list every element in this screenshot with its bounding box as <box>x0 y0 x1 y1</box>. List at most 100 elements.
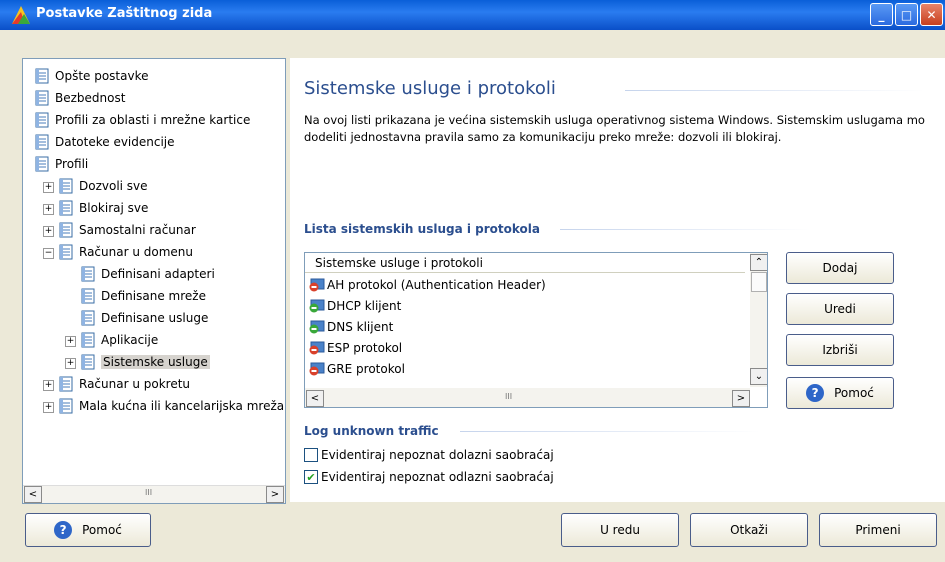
scroll-thumb-grip[interactable]: III <box>145 488 152 497</box>
tree-expander[interactable]: + <box>43 204 54 215</box>
ok-button[interactable]: U redu <box>561 513 679 547</box>
tree-item[interactable]: Profili <box>35 155 88 173</box>
help-button-label: Pomoć <box>834 386 874 400</box>
tree-item[interactable]: Sistemske usluge <box>81 353 210 371</box>
delete-button[interactable]: Izbriši <box>786 334 894 366</box>
list-item-label: AH protokol (Authentication Header) <box>327 278 546 292</box>
help-icon: ? <box>54 521 73 539</box>
document-icon <box>59 200 73 216</box>
tree-horizontal-scrollbar[interactable]: < III > <box>23 485 285 503</box>
apply-button[interactable]: Primeni <box>819 513 937 547</box>
cancel-button[interactable]: Otkaži <box>690 513 808 547</box>
page-title: Sistemske usluge i protokoli <box>304 78 556 99</box>
title-divider <box>625 90 925 91</box>
document-icon <box>59 178 73 194</box>
list-column-header[interactable]: Sistemske usluge i protokoli <box>305 253 745 273</box>
tree-item[interactable]: Profili za oblasti i mrežne kartice <box>35 111 250 129</box>
tree-item-label: Računar u domenu <box>79 245 193 259</box>
list-item-label: GRE protokol <box>327 362 405 376</box>
blocked-service-icon <box>309 362 325 376</box>
maximize-button[interactable]: □ <box>895 3 918 26</box>
tree-item[interactable]: Dozvoli sve <box>59 177 148 195</box>
tree-item-label: Definisane mreže <box>101 289 206 303</box>
tree-expander[interactable]: + <box>43 226 54 237</box>
document-icon <box>81 354 95 370</box>
tree-expander[interactable]: + <box>65 336 76 347</box>
footer-help-label: Pomoć <box>82 523 122 537</box>
tree-item-label: Samostalni računar <box>79 223 196 237</box>
scroll-down-button[interactable]: ⌄ <box>750 368 767 385</box>
scroll-left-button[interactable]: < <box>306 390 324 407</box>
allowed-service-icon <box>309 320 325 334</box>
blocked-service-icon <box>309 278 325 292</box>
list-item-label: ESP protokol <box>327 341 403 355</box>
tree-item[interactable]: Opšte postavke <box>35 67 149 85</box>
tree-item-label: Bezbednost <box>55 91 126 105</box>
close-button[interactable]: ✕ <box>920 3 943 26</box>
tree-item[interactable]: Datoteke evidencije <box>35 133 175 151</box>
add-button[interactable]: Dodaj <box>786 252 894 284</box>
window-title: Postavke Zaštitnog zida <box>36 6 213 21</box>
tree-expander[interactable]: + <box>43 182 54 193</box>
list-item-label: DHCP klijent <box>327 299 402 313</box>
tree-item-label: Blokiraj sve <box>79 201 149 215</box>
document-icon <box>59 398 73 414</box>
tree-item-label: Datoteke evidencije <box>55 135 175 149</box>
list-item[interactable]: ESP protokol <box>309 338 402 358</box>
allowed-service-icon <box>309 299 325 313</box>
tree-item[interactable]: Mala kućna ili kancelarijska mreža <box>59 397 284 415</box>
section-divider <box>560 229 810 230</box>
tree-expander[interactable]: + <box>65 358 76 369</box>
section-divider <box>460 431 760 432</box>
list-item[interactable]: DHCP klijent <box>309 296 401 316</box>
page-description: Na ovoj listi prikazana je većina sistem… <box>304 113 925 144</box>
document-icon <box>59 376 73 392</box>
tree-item[interactable]: Definisane mreže <box>81 287 206 305</box>
tree-expander[interactable]: − <box>43 248 54 259</box>
scroll-right-button[interactable]: > <box>732 390 750 407</box>
help-icon: ? <box>806 384 825 402</box>
tree-item-label: Definisani adapteri <box>101 267 215 281</box>
tree-item-label: Opšte postavke <box>55 69 149 83</box>
services-list[interactable]: Sistemske usluge i protokoli AH protokol… <box>304 252 768 408</box>
minimize-button[interactable]: _ <box>870 3 893 26</box>
document-icon <box>35 90 49 106</box>
settings-tree[interactable]: Opšte postavke Bezbednost Profili za oblas… <box>22 58 286 504</box>
scroll-thumb[interactable] <box>751 272 767 292</box>
edit-button[interactable]: Uredi <box>786 293 894 325</box>
log-outgoing-checkbox[interactable]: ✔ Evidentiraj nepoznat odlazni saobraćaj <box>304 469 554 485</box>
tree-item[interactable]: Aplikacije <box>81 331 158 349</box>
tree-item[interactable]: Definisani adapteri <box>81 265 215 283</box>
tree-item[interactable]: Bezbednost <box>35 89 125 107</box>
document-icon <box>81 310 95 326</box>
tree-item[interactable]: Samostalni računar <box>59 221 196 239</box>
document-icon <box>81 266 95 282</box>
tree-item-label: Definisane usluge <box>101 311 209 325</box>
list-horizontal-scrollbar[interactable]: < III > <box>305 388 750 407</box>
tree-item[interactable]: Računar u pokretu <box>59 375 190 393</box>
list-item[interactable]: DNS klijent <box>309 317 393 337</box>
tree-item-label: Profili <box>55 157 89 171</box>
tree-item[interactable]: Blokiraj sve <box>59 199 148 217</box>
checkbox-box[interactable]: ✔ <box>304 470 318 484</box>
tree-item-label: Dozvoli sve <box>79 179 148 193</box>
footer-help-button[interactable]: ? Pomoć <box>25 513 151 547</box>
checkbox-box[interactable] <box>304 448 318 462</box>
scroll-left-button[interactable]: < <box>24 486 42 503</box>
help-button[interactable]: ? Pomoć <box>786 377 894 409</box>
scroll-up-button[interactable]: ⌃ <box>750 254 767 271</box>
tree-item[interactable]: Definisane usluge <box>81 309 208 327</box>
content-panel: Sistemske usluge i protokoli Na ovoj lis… <box>290 58 945 502</box>
list-item[interactable]: GRE protokol <box>309 359 405 379</box>
tree-item-label: Sistemske usluge <box>101 355 210 369</box>
tree-expander[interactable]: + <box>43 380 54 391</box>
checkbox-label: Evidentiraj nepoznat odlazni saobraćaj <box>321 470 554 484</box>
tree-item-label: Aplikacije <box>101 333 159 347</box>
tree-item[interactable]: Računar u domenu <box>59 243 193 261</box>
log-incoming-checkbox[interactable]: Evidentiraj nepoznat dolazni saobraćaj <box>304 447 554 463</box>
scroll-right-button[interactable]: > <box>266 486 284 503</box>
scroll-thumb-grip[interactable]: III <box>505 392 512 401</box>
list-item[interactable]: AH protokol (Authentication Header) <box>309 275 546 295</box>
tree-expander[interactable]: + <box>43 402 54 413</box>
list-vertical-scrollbar[interactable]: ⌃ ⌄ <box>750 253 767 387</box>
